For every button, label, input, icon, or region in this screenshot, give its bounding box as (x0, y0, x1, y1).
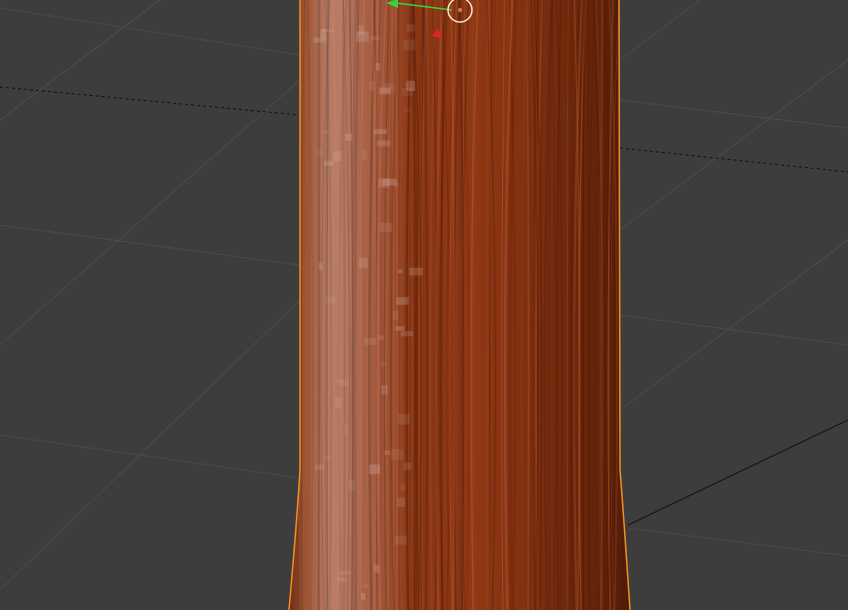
3d-viewport[interactable] (0, 0, 848, 610)
tree-trunk-object[interactable] (288, 0, 631, 610)
viewport-canvas[interactable] (0, 0, 848, 610)
axis-line (627, 419, 848, 526)
pivot-dot-icon (457, 7, 463, 13)
